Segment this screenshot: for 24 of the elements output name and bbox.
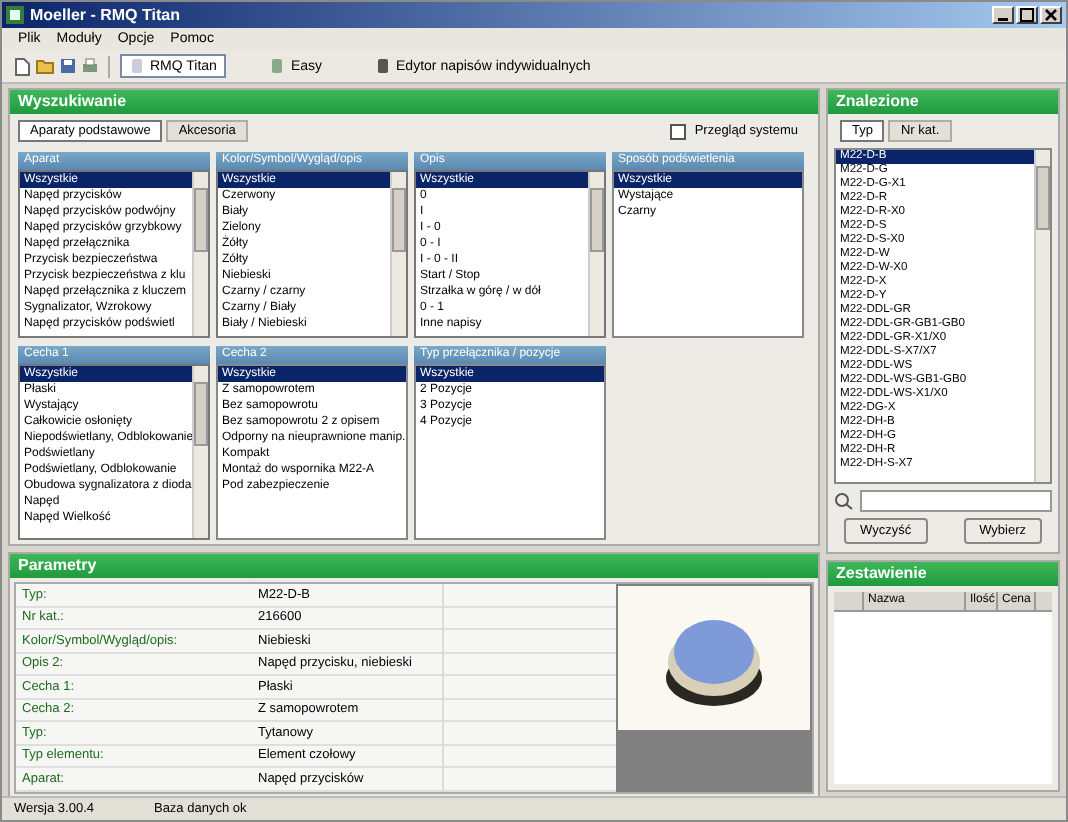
list-box[interactable] [18, 170, 210, 338]
minimize-button[interactable] [992, 6, 1014, 24]
scrollbar[interactable] [390, 172, 406, 336]
scrollbar[interactable] [192, 172, 208, 336]
close-button[interactable] [1040, 6, 1062, 24]
scrollbar[interactable] [192, 366, 208, 538]
close-icon [1044, 8, 1058, 22]
search-field[interactable] [860, 490, 1052, 512]
save-icon[interactable] [60, 58, 76, 74]
search-icon[interactable] [834, 492, 854, 510]
print-icon[interactable] [82, 58, 98, 74]
maximize-icon [1020, 8, 1034, 22]
folder-icon[interactable] [36, 58, 54, 74]
panel-header: Wyszukiwanie [10, 90, 818, 114]
scrollbar[interactable] [1034, 150, 1050, 482]
window-title: Moeller - RMQ Titan [30, 6, 180, 24]
maximize-button[interactable] [1016, 6, 1038, 24]
new-file-icon[interactable] [14, 57, 30, 75]
panel-header: Parametry [10, 554, 818, 578]
checkbox[interactable] [670, 123, 687, 139]
panel-header: Zestawienie [828, 562, 1058, 586]
scrollbar[interactable] [588, 172, 604, 336]
panel-header: Znalezione [828, 90, 1058, 114]
app-icon [6, 6, 24, 24]
